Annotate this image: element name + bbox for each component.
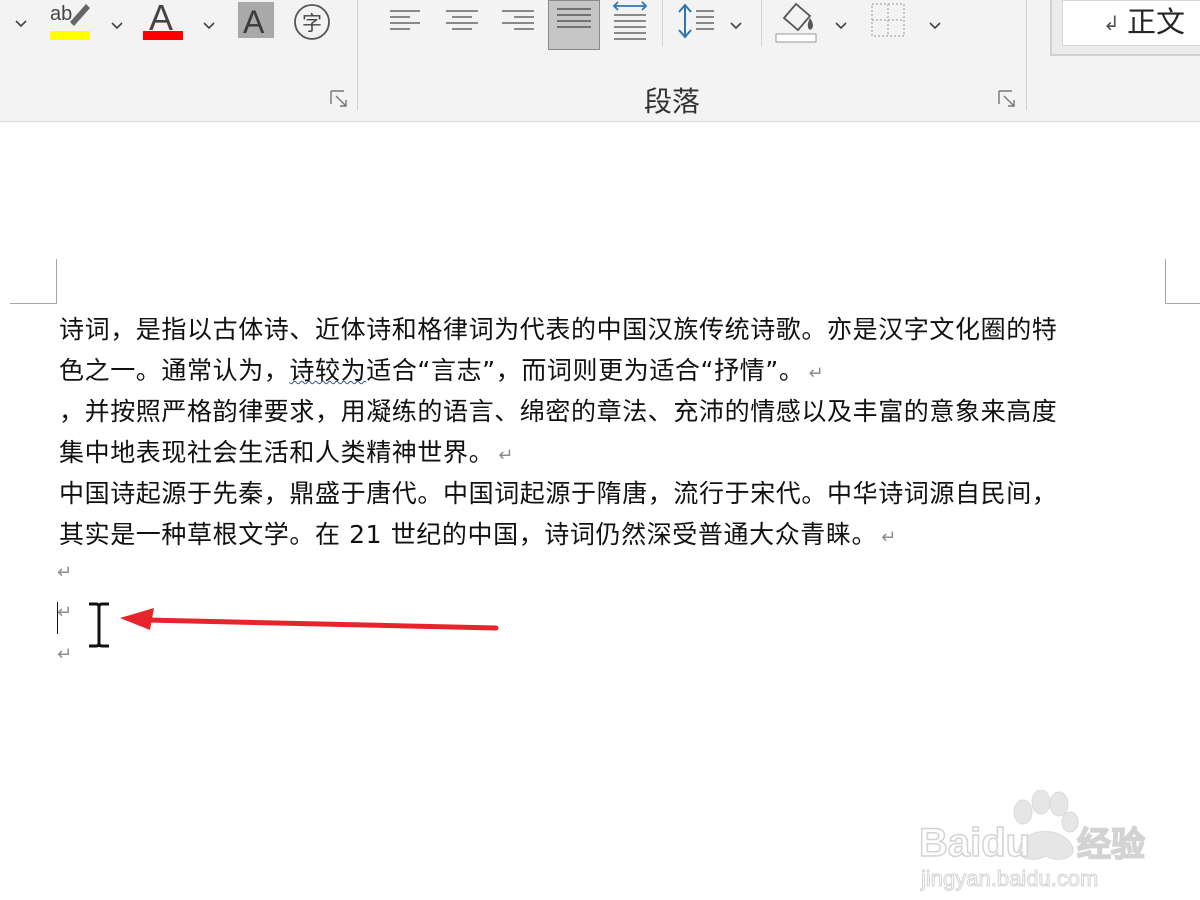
- distributed-icon[interactable]: [610, 0, 650, 42]
- crop-mark: [1165, 303, 1200, 304]
- svg-text:字: 字: [302, 11, 322, 35]
- text-caret: [57, 602, 58, 634]
- svg-text:jingyan.baidu.com: jingyan.baidu.com: [920, 866, 1098, 891]
- red-arrow-annotation: [120, 608, 499, 631]
- empty-paragraph-mark: ↵: [57, 602, 73, 623]
- text-run: 色之一。通常认为，: [59, 356, 290, 385]
- paragraph-mark: ↵: [881, 527, 897, 548]
- chevron-down-icon[interactable]: [729, 16, 743, 30]
- enclose-characters-icon[interactable]: 字: [292, 2, 332, 42]
- group-separator: [1026, 0, 1027, 110]
- paragraph-2-line-2: 集中地表现社会生活和人类精神世界。 ↵: [59, 433, 514, 469]
- justify-icon[interactable]: [548, 0, 600, 50]
- text-highlight-color-icon[interactable]: ab: [48, 0, 92, 42]
- paragraph-1-line-1: 诗词，是指以古体诗、近体诗和格律词为代表的中国汉族传统诗歌。亦是汉字文化圈的特: [59, 315, 1058, 344]
- svg-text:A: A: [243, 4, 265, 40]
- align-center-icon[interactable]: [444, 8, 480, 36]
- svg-text:Baidu: Baidu: [919, 821, 1030, 865]
- chevron-down-icon[interactable]: [834, 16, 848, 30]
- crop-mark: [1165, 259, 1166, 303]
- empty-paragraph-mark: ↵: [57, 562, 73, 583]
- style-paragraph-mark: ↲: [1103, 11, 1120, 35]
- font-dialog-launcher-icon[interactable]: [330, 90, 348, 108]
- chevron-down-icon[interactable]: [14, 14, 28, 28]
- separator: [761, 0, 762, 46]
- paragraph-3-line-1: 中国诗起源于先秦，鼎盛于唐代。中国词起源于隋唐，流行于宋代。中华诗词源自民间，: [59, 479, 1058, 508]
- paragraph-2-line-1: ，并按照严格韵律要求，用凝练的语言、绵密的章法、充沛的情感以及丰富的意象来高度: [59, 397, 1058, 426]
- paragraph-group-label: 段落: [643, 85, 700, 118]
- group-separator: [357, 0, 358, 110]
- ibeam-cursor-icon: [86, 602, 112, 648]
- svg-text:经验: 经验: [1077, 825, 1145, 865]
- empty-paragraph-mark: ↵: [57, 644, 73, 665]
- chevron-down-icon[interactable]: [928, 16, 942, 30]
- styles-gallery[interactable]: ↲ 正文: [1050, 0, 1200, 56]
- font-color-icon[interactable]: A: [142, 0, 186, 42]
- paragraph-1-line-2: 色之一。通常认为，诗较为适合“言志”，而词则更为适合“抒情”。 ↵: [59, 351, 824, 387]
- style-normal-label: 正文: [1127, 5, 1186, 39]
- highlight-color-bar: [50, 31, 90, 40]
- text-run: 适合“言志”，而词则更为适合“抒情”。: [366, 356, 805, 385]
- paragraph-3-line-2: 其实是一种草根文学。在 21 世纪的中国，诗词仍然深受普通大众青睐。 ↵: [59, 515, 897, 551]
- style-normal[interactable]: ↲ 正文: [1062, 0, 1200, 46]
- paragraph-dialog-launcher-icon[interactable]: [998, 90, 1016, 108]
- document-page[interactable]: 诗词，是指以古体诗、近体诗和格律词为代表的中国汉族传统诗歌。亦是汉字文化圈的特 …: [0, 122, 1200, 892]
- align-right-icon[interactable]: [500, 8, 536, 36]
- grammar-flagged-text[interactable]: 诗较为: [289, 356, 366, 385]
- crop-mark: [10, 303, 57, 304]
- chevron-down-icon[interactable]: [202, 16, 216, 30]
- separator: [662, 0, 663, 46]
- paragraph-mark: ↵: [498, 445, 514, 466]
- baidu-jingyan-watermark: Baidu 经验 jingyan.baidu.com: [918, 790, 1146, 892]
- borders-icon[interactable]: [870, 2, 906, 38]
- line-spacing-icon[interactable]: [676, 2, 716, 42]
- ribbon: ab A A 字 段落 ↲ 正文: [0, 0, 1200, 122]
- text-run: 集中地表现社会生活和人类精神世界。: [59, 438, 495, 467]
- chevron-down-icon[interactable]: [110, 16, 124, 30]
- text-run: 其实是一种草根文学。在 21 世纪的中国，诗词仍然深受普通大众青睐。: [59, 520, 878, 549]
- svg-text:ab: ab: [50, 3, 72, 25]
- align-left-icon[interactable]: [388, 8, 424, 36]
- paragraph-mark: ↵: [808, 363, 825, 384]
- crop-mark: [56, 259, 57, 303]
- character-shading-icon[interactable]: A: [238, 2, 276, 40]
- font-color-bar: [143, 31, 183, 40]
- shading-icon[interactable]: [774, 0, 820, 44]
